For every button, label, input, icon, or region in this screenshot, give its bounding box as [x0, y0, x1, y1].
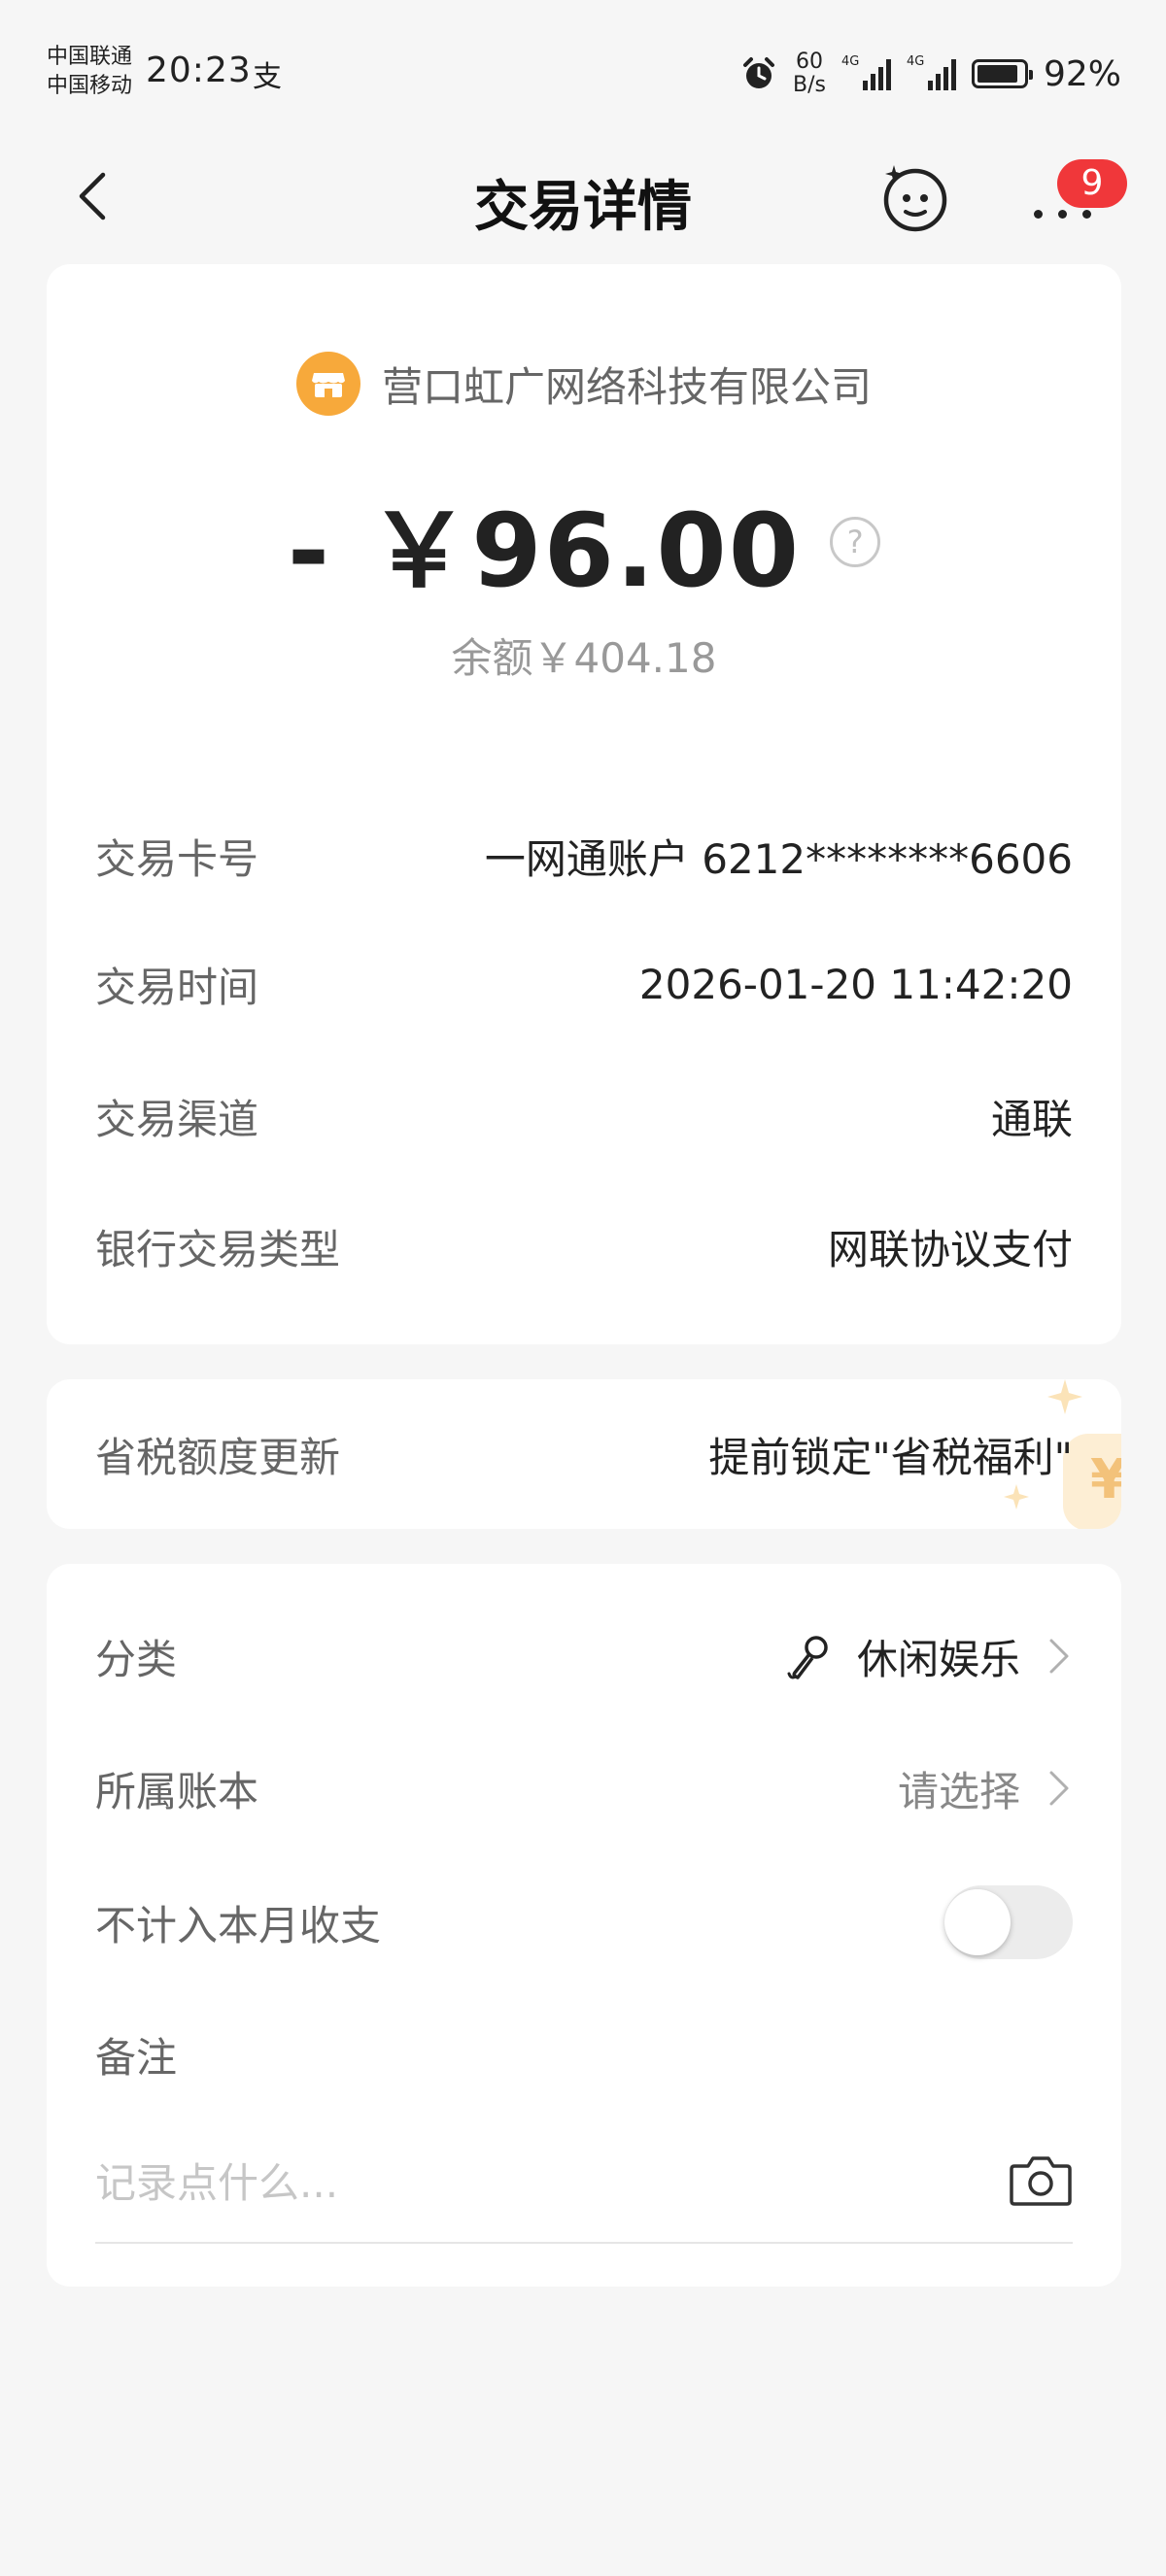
chevron-right-icon [1049, 1639, 1069, 1674]
account-book-value: 请选择 [897, 1767, 1020, 1815]
promo-row[interactable]: 省税额度更新 提前锁定"省税福利" [95, 1420, 1073, 1488]
detail-label: 交易卡号 [95, 834, 259, 883]
nav-bar: 交易详情 9 [0, 146, 1166, 253]
promo-label: 省税额度更新 [95, 1433, 341, 1481]
carrier-info: 中国联通 中国移动 [47, 43, 132, 101]
memo-input[interactable]: 记录点什么... [95, 2127, 1073, 2244]
merchant-row: 营口虹广网络科技有限公司 [47, 352, 1121, 416]
shop-icon [295, 352, 360, 416]
help-circle-icon[interactable]: ? [830, 516, 881, 567]
account-book-value-group: 请选择 [898, 1759, 1073, 1818]
bot-face-icon[interactable] [880, 163, 950, 233]
toggle-knob [944, 1889, 1011, 1955]
memo-row: 备注 [95, 2020, 1073, 2088]
battery-percent: 92% [1043, 53, 1121, 94]
svg-text:¥: ¥ [1090, 1448, 1121, 1511]
detail-value: 通联 [990, 1095, 1073, 1143]
balance-text: 余额￥404.18 [451, 634, 717, 682]
tax-promo-card[interactable]: ¥ 省税额度更新 提前锁定"省税福利" [47, 1379, 1121, 1529]
category-value-group: 休闲娱乐 [783, 1627, 1073, 1686]
transaction-amount: - ￥96.00 [287, 491, 802, 610]
status-time: 20:23 [146, 51, 252, 90]
net-speed-value: 60 [796, 50, 823, 74]
back-arrow-icon[interactable] [66, 167, 124, 225]
memo-label: 备注 [95, 2033, 178, 2082]
detail-label: 交易时间 [95, 963, 259, 1011]
carrier-1: 中国联通 [47, 45, 133, 69]
memo-placeholder: 记录点什么... [95, 2158, 339, 2207]
signal-1-icon: 4G [840, 54, 891, 90]
account-book-row[interactable]: 所属账本 请选择 [95, 1754, 1073, 1822]
category-row[interactable]: 分类 休闲娱乐 [95, 1622, 1073, 1690]
more-dots-icon [1034, 210, 1091, 219]
net-speed: 60 B/s [793, 51, 826, 97]
detail-row-time: 交易时间 2026-01-20 11:42:20 [95, 950, 1073, 1018]
chevron-right-icon [1049, 1771, 1069, 1806]
camera-icon[interactable] [1009, 2152, 1073, 2207]
pay-indicator-icon: 支 [253, 60, 282, 94]
alarm-icon [743, 57, 775, 88]
options-card: 分类 休闲娱乐 所属账本 请选择 不计入本月收支 备注 记录点什么... [47, 1564, 1121, 2287]
exclude-month-label: 不计入本月收支 [95, 1901, 382, 1949]
merchant-name: 营口虹广网络科技有限公司 [381, 362, 872, 411]
battery-icon [971, 59, 1033, 88]
detail-row-card-number: 交易卡号 一网通账户 6212********6606 [95, 822, 1073, 890]
page-title: 交易详情 [474, 176, 692, 239]
more-menu-button[interactable]: 9 [1028, 159, 1127, 233]
detail-value: 网联协议支付 [827, 1225, 1073, 1273]
detail-value: 一网通账户 6212********6606 [484, 834, 1073, 883]
promo-value: 提前锁定"省税福利" [708, 1433, 1073, 1481]
signal-2-tag: 4G [906, 54, 925, 69]
amount-row: - ￥96.00 ? [47, 468, 1121, 615]
notification-badge: 9 [1057, 159, 1127, 208]
detail-label: 银行交易类型 [95, 1225, 341, 1273]
net-speed-unit: B/s [793, 73, 826, 97]
detail-value: 2026-01-20 11:42:20 [638, 960, 1073, 1008]
account-book-label: 所属账本 [95, 1767, 259, 1815]
status-bar: 中国联通 中国移动 20:23 支 60 B/s 4G 4G 92% [0, 0, 1166, 146]
exclude-month-row: 不计入本月收支 [95, 1885, 1073, 1959]
carrier-2: 中国移动 [47, 74, 133, 98]
category-label: 分类 [95, 1635, 178, 1683]
transaction-card: 营口虹广网络科技有限公司 - ￥96.00 ? 余额￥404.18 交易卡号 一… [47, 264, 1121, 1344]
detail-row-bank-type: 银行交易类型 网联协议支付 [95, 1212, 1073, 1280]
detail-row-channel: 交易渠道 通联 [95, 1082, 1073, 1150]
signal-1-tag: 4G [840, 54, 860, 69]
exclude-month-toggle[interactable] [944, 1885, 1073, 1959]
category-value: 休闲娱乐 [856, 1635, 1020, 1683]
status-right: 60 B/s 4G 4G 92% [740, 47, 1121, 101]
microphone-icon [787, 1636, 828, 1679]
signal-2-icon: 4G [906, 54, 956, 90]
detail-label: 交易渠道 [95, 1095, 259, 1143]
